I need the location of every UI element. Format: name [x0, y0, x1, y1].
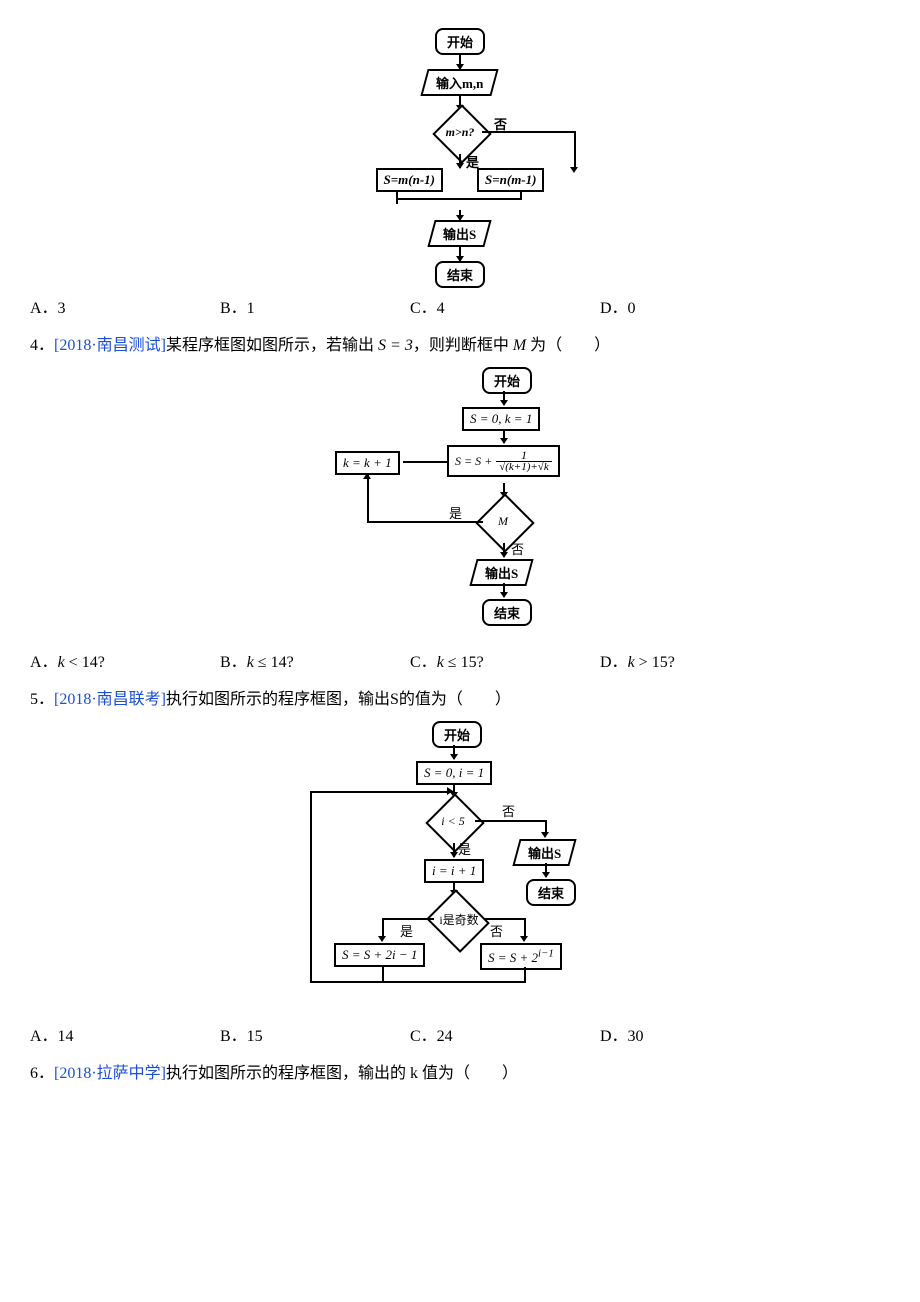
fc-decision: M: [481, 499, 525, 543]
q5-options: A．14 B．15 C．24 D．30: [30, 1022, 890, 1046]
q3-flowchart: 开始 输入m,n m>n? 否 是 S=m(n-1) S=n(m-1): [30, 28, 890, 288]
fc-assign-left: S=m(n-1): [376, 168, 443, 192]
fc-start: 开始: [482, 367, 532, 394]
fc-inc: i = i + 1: [424, 859, 484, 883]
q4-options: A．k < 14? B．k ≤ 14? C．k ≤ 15? D．k > 15?: [30, 648, 890, 672]
fc-decision: m>n?: [438, 110, 482, 154]
q4-source: [2018·南昌测试]: [54, 337, 166, 354]
fc-decision-1: i < 5: [431, 799, 475, 843]
q3-opt-a: A．3: [30, 294, 220, 318]
q5-opt-c: C．24: [410, 1022, 600, 1046]
q5-opt-b: B．15: [220, 1022, 410, 1046]
q5-flowchart: 开始 S = 0, i = 1 i < 5 否 是 输出S 结束 i = i +…: [30, 721, 890, 1016]
fc-label-yes: 是: [449, 503, 462, 522]
fc-label-no-1: 否: [502, 801, 515, 820]
q4-opt-a: A．k < 14?: [30, 648, 220, 672]
fc-assign-right: S = S + 2i−1: [480, 943, 562, 969]
q3-opt-b: B．1: [220, 294, 410, 318]
fc-label-yes-2: 是: [400, 921, 413, 940]
fc-output: 输出S: [428, 220, 492, 247]
q4-opt-c: C．k ≤ 15?: [410, 648, 600, 672]
q5-opt-a: A．14: [30, 1022, 220, 1046]
fc-sum: S = S + 1 √(k+1)+√k: [447, 445, 560, 477]
q3-options: A．3 B．1 C．4 D．0: [30, 294, 890, 318]
fc-label-yes: 是: [466, 152, 479, 171]
fc-input: 输入m,n: [421, 69, 500, 96]
q5-opt-d: D．30: [600, 1022, 790, 1046]
fc-start: 开始: [432, 721, 482, 748]
q6-text: 6．[2018·拉萨中学]执行如图所示的程序框图，输出的 k 值为（ ）: [30, 1060, 890, 1087]
fc-start: 开始: [435, 28, 485, 55]
fc-label-no: 否: [511, 539, 524, 558]
fc-end: 结束: [526, 879, 576, 906]
q4-opt-d: D．k > 15?: [600, 648, 790, 672]
q5-text: 5．[2018·南昌联考]执行如图所示的程序框图，输出S的值为（ ）: [30, 686, 890, 713]
fc-init: S = 0, i = 1: [416, 761, 492, 785]
q4-text: 4．[2018·南昌测试]某程序框图如图所示，若输出 S = 3，则判断框中 M…: [30, 332, 890, 359]
q5-source: [2018·南昌联考]: [54, 691, 166, 708]
q4-opt-b: B．k ≤ 14?: [220, 648, 410, 672]
q6-source: [2018·拉萨中学]: [54, 1065, 166, 1082]
q4-flowchart: 开始 S = 0, k = 1 S = S + 1 √(k+1)+√k k = …: [30, 367, 890, 642]
fc-decision-2: i是奇数: [431, 897, 487, 941]
fc-output: 输出S: [469, 559, 533, 586]
q3-opt-c: C．4: [410, 294, 600, 318]
fc-assign-left: S = S + 2i − 1: [334, 943, 425, 967]
fc-end: 结束: [435, 261, 485, 288]
fc-assign-right: S=n(m-1): [477, 168, 544, 192]
fc-inc: k = k + 1: [335, 451, 400, 475]
fc-label-no-2: 否: [490, 921, 503, 940]
fc-end: 结束: [482, 599, 532, 626]
fc-label-yes-1: 是: [458, 839, 471, 858]
fc-output: 输出S: [512, 839, 576, 866]
q3-opt-d: D．0: [600, 294, 790, 318]
fc-init: S = 0, k = 1: [462, 407, 540, 431]
